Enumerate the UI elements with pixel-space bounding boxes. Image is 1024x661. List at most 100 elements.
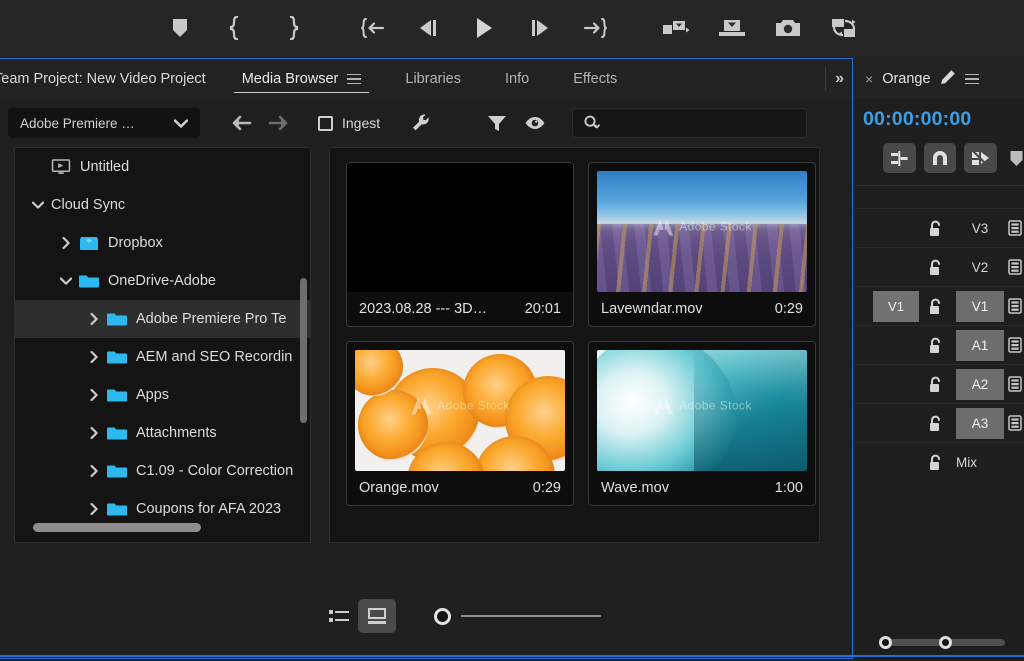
track-row-v3[interactable]: V3: [855, 208, 1024, 247]
drive-select[interactable]: Adobe Premiere …: [8, 108, 200, 138]
chevron-right-icon[interactable]: [81, 351, 107, 363]
tree-horizontal-scrollbar[interactable]: [33, 523, 201, 532]
comparison-view-icon[interactable]: [816, 8, 872, 48]
media-duration: 0:29: [532, 480, 561, 496]
tab-effects[interactable]: Effects: [551, 59, 639, 99]
chevron-down-icon[interactable]: [25, 201, 51, 209]
track-header-a3[interactable]: A3: [956, 407, 1004, 439]
track-header-v2[interactable]: V2: [956, 252, 1004, 283]
track-header-v3[interactable]: V3: [956, 213, 1004, 244]
folder-tree-pane[interactable]: Untitled Cloud Sync Dropbox OneDrive-Adobe A…: [14, 147, 311, 543]
filter-icon[interactable]: [478, 107, 516, 139]
chevron-right-icon[interactable]: [81, 465, 107, 477]
track-row-v1[interactable]: V1 V1: [855, 286, 1024, 325]
track-header-a1[interactable]: A1: [956, 329, 1004, 361]
lock-icon[interactable]: [928, 259, 943, 276]
track-header-v1[interactable]: V1: [956, 290, 1004, 322]
source-track-indicator[interactable]: V1: [873, 290, 919, 322]
lock-icon[interactable]: [928, 220, 943, 237]
media-thumbnail-card[interactable]: Adobe Stock Orange.mov 0:29: [346, 341, 574, 506]
wrench-icon[interactable]: [402, 107, 440, 139]
timeline-add-marker-icon[interactable]: [1009, 150, 1024, 167]
zoom-slider-handle[interactable]: [434, 607, 451, 625]
track-row-mix[interactable]: Mix: [855, 442, 1024, 481]
tree-item-label: Dropbox: [108, 235, 163, 251]
insert-icon[interactable]: [648, 8, 704, 48]
sync-lock-icon[interactable]: [1008, 259, 1022, 275]
tree-item-cloud-sync[interactable]: Cloud Sync: [15, 186, 310, 224]
track-header-a2[interactable]: A2: [956, 368, 1004, 400]
sync-lock-icon[interactable]: [1008, 376, 1022, 392]
export-frame-icon[interactable]: [760, 8, 816, 48]
lock-icon[interactable]: [928, 454, 943, 471]
snap-magnet-icon[interactable]: [923, 143, 957, 173]
tree-item-c1-09-color-correction[interactable]: C1.09 - Color Correction: [15, 452, 310, 490]
tab-libraries[interactable]: Libraries: [383, 59, 483, 99]
timeline-scroll-handle-right[interactable]: [939, 636, 952, 649]
tree-item-adobe-premiere-pro-te[interactable]: Adobe Premiere Pro Te: [15, 300, 310, 338]
sync-lock-icon[interactable]: [1008, 298, 1022, 314]
search-box[interactable]: [572, 108, 808, 138]
lock-icon[interactable]: [928, 376, 943, 393]
chevron-right-icon[interactable]: [81, 389, 107, 401]
chevron-right-icon[interactable]: [53, 237, 79, 249]
sync-lock-icon[interactable]: [1008, 337, 1022, 353]
track-row-a1[interactable]: A1: [855, 325, 1024, 364]
timeline-scroll-handle-left[interactable]: [879, 636, 892, 649]
lock-icon[interactable]: [928, 298, 943, 315]
track-row-a2[interactable]: A2: [855, 364, 1024, 403]
tab-media-browser[interactable]: Media Browser: [220, 59, 384, 99]
thumbnail-zoom-slider[interactable]: [434, 607, 601, 625]
tab-overflow-icon[interactable]: »: [825, 59, 844, 99]
panel-menu-icon[interactable]: [347, 73, 362, 85]
linked-selection-icon[interactable]: [964, 143, 998, 173]
tree-item-attachments[interactable]: Attachments: [15, 414, 310, 452]
icon-view-button[interactable]: [358, 599, 396, 633]
tree-item-apps[interactable]: Apps: [15, 376, 310, 414]
mark-in-icon[interactable]: [208, 8, 264, 48]
track-row-a3[interactable]: A3: [855, 403, 1024, 442]
media-thumbnail-pane[interactable]: 2023.08.28 --- 3D… 20:01 Adobe Stock Lavewn…: [329, 147, 820, 543]
forward-arrow-icon[interactable]: [264, 108, 294, 138]
search-input[interactable]: [608, 115, 789, 131]
track-row-v2[interactable]: V2: [855, 247, 1024, 286]
timeline-panel-menu-icon[interactable]: [964, 73, 979, 85]
media-thumbnail-card[interactable]: Adobe Stock Lavewndar.mov 0:29: [588, 162, 816, 327]
media-thumbnail-card[interactable]: 2023.08.28 --- 3D… 20:01: [346, 162, 574, 327]
go-to-in-icon[interactable]: [344, 8, 400, 48]
sync-lock-icon[interactable]: [1008, 415, 1022, 431]
align-to-sequence-icon[interactable]: [883, 143, 916, 173]
mark-out-icon[interactable]: [264, 8, 320, 48]
tree-vertical-scrollbar[interactable]: [300, 278, 307, 423]
step-back-icon[interactable]: [400, 8, 456, 48]
chevron-down-icon[interactable]: [53, 277, 79, 285]
go-to-out-icon[interactable]: [568, 8, 624, 48]
timeline-timecode[interactable]: 00:00:00:00: [855, 99, 1024, 139]
zoom-slider-track[interactable]: [461, 615, 601, 617]
back-arrow-icon[interactable]: [226, 108, 256, 138]
ingest-checkbox[interactable]: [318, 115, 333, 131]
chevron-right-icon[interactable]: [81, 313, 107, 325]
lock-icon[interactable]: [928, 415, 943, 432]
tree-item-onedrive-adobe[interactable]: OneDrive-Adobe: [15, 262, 310, 300]
overwrite-icon[interactable]: [704, 8, 760, 48]
pencil-icon[interactable]: [940, 69, 956, 90]
list-view-button[interactable]: [320, 599, 358, 633]
lock-icon[interactable]: [928, 337, 943, 354]
sync-lock-icon[interactable]: [1008, 220, 1022, 236]
play-icon[interactable]: [456, 8, 512, 48]
tree-item-untitled[interactable]: Untitled: [15, 148, 310, 186]
step-forward-icon[interactable]: [512, 8, 568, 48]
tree-item-dropbox[interactable]: Dropbox: [15, 224, 310, 262]
tab-info[interactable]: Info: [483, 59, 551, 99]
folder-icon: [107, 425, 136, 441]
media-thumbnail-card[interactable]: Adobe Stock Wave.mov 1:00: [588, 341, 816, 506]
close-icon[interactable]: ×: [865, 71, 873, 87]
chevron-right-icon[interactable]: [81, 427, 107, 439]
chevron-right-icon[interactable]: [81, 503, 107, 515]
tree-item-aem-and-seo-recordin[interactable]: AEM and SEO Recordin: [15, 338, 310, 376]
timeline-horizontal-scrollbar[interactable]: [869, 636, 1015, 649]
add-marker-icon[interactable]: [152, 8, 208, 48]
ingest-toggle[interactable]: Ingest: [318, 115, 380, 131]
eye-icon[interactable]: [516, 107, 554, 139]
